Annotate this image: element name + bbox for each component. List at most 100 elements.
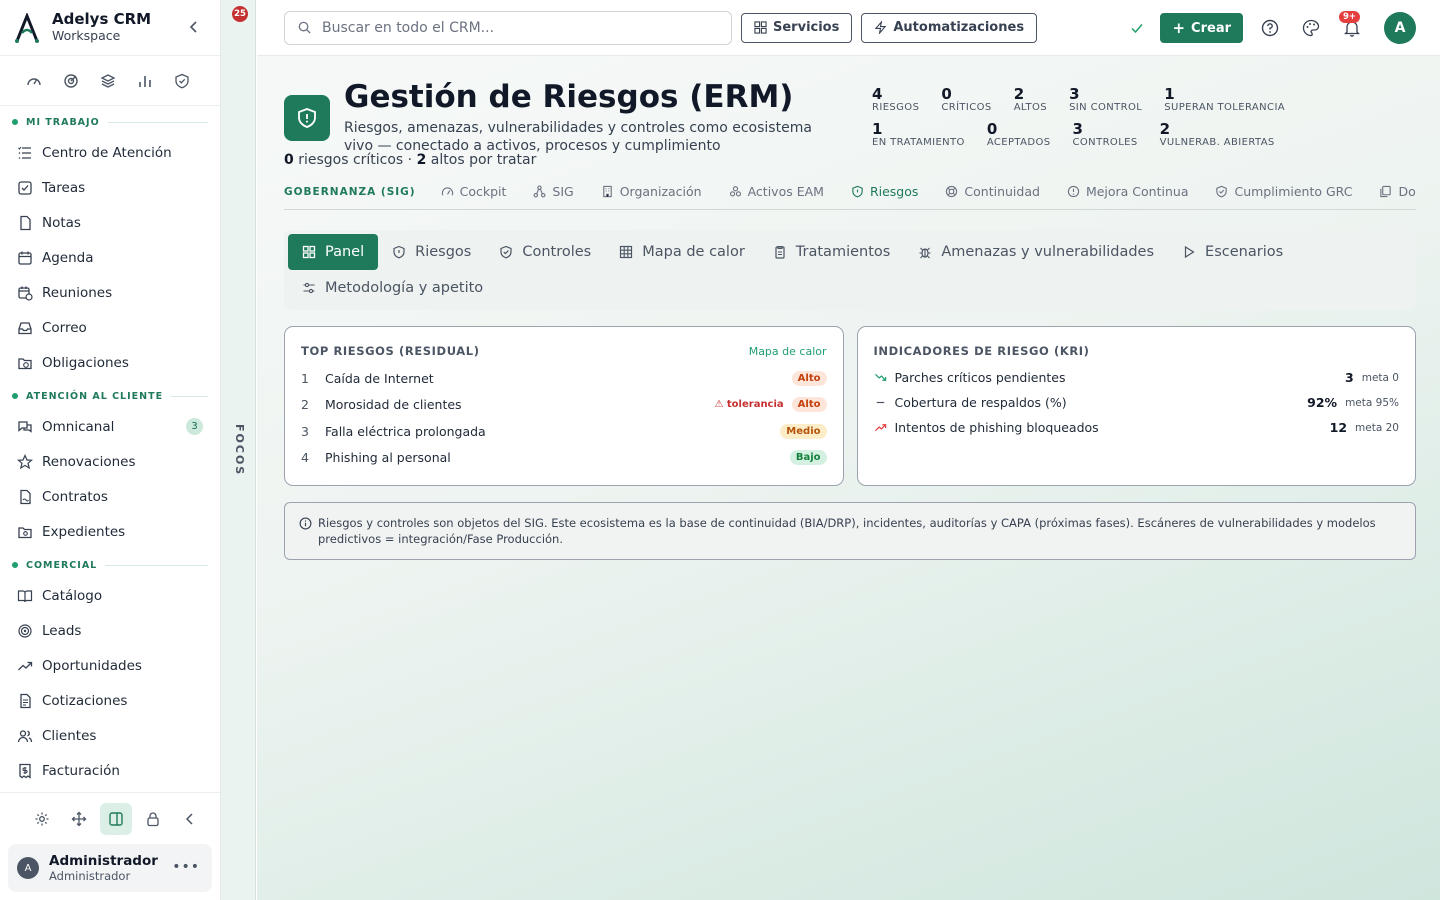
search-box[interactable] xyxy=(284,10,732,45)
trending-up-icon xyxy=(17,658,33,674)
subtab-panel[interactable]: Panel xyxy=(288,234,379,270)
servicios-button[interactable]: Servicios xyxy=(741,12,853,43)
sidebar-item-cotizaciones[interactable]: Cotizaciones xyxy=(0,683,220,718)
shield-check-icon[interactable] xyxy=(174,73,190,89)
subtab-escenarios[interactable]: Escenarios xyxy=(1168,234,1297,270)
stat-value: 3 xyxy=(1072,120,1083,138)
risk-row[interactable]: 1 Caída de Internet Alto xyxy=(301,365,827,392)
sidebar-item-reuniones[interactable]: Reuniones xyxy=(0,275,220,310)
sidebar-item-facturación[interactable]: Facturación xyxy=(0,753,220,788)
stat-label: SUPERAN TOLERANCIA xyxy=(1164,102,1286,113)
automatizaciones-button[interactable]: Automatizaciones xyxy=(861,12,1038,43)
sidebar-item-renovaciones[interactable]: Renovaciones xyxy=(0,444,220,479)
tab-icon xyxy=(852,185,863,198)
risk-row[interactable]: 4 Phishing al personal Bajo xyxy=(301,445,827,472)
tab-activos-eam[interactable]: Activos EAM xyxy=(729,174,824,209)
settings-icon[interactable] xyxy=(26,803,58,835)
subtab-riesgos[interactable]: Riesgos xyxy=(378,234,485,270)
sidebar-item-leads[interactable]: Leads xyxy=(0,613,220,648)
shield-icon xyxy=(393,245,405,259)
more-icon[interactable]: ••• xyxy=(172,859,200,875)
stat-value: 1 xyxy=(872,120,883,138)
tab-label: Cockpit xyxy=(459,184,507,199)
section-dot xyxy=(12,393,18,399)
section-divider xyxy=(107,121,208,123)
quick-actions xyxy=(0,56,220,106)
sidebar-item-label: Tareas xyxy=(42,179,86,196)
plus-icon: + xyxy=(1172,19,1186,37)
heatmap-link[interactable]: Mapa de calor xyxy=(749,345,827,358)
tab-docu[interactable]: Docu xyxy=(1379,174,1416,209)
avatar[interactable]: A xyxy=(1384,12,1416,44)
tab-continuidad[interactable]: Continuidad xyxy=(945,174,1040,209)
collapse-icon[interactable] xyxy=(174,803,206,835)
sidebar-item-correo[interactable]: Correo xyxy=(0,310,220,345)
bar-chart-icon[interactable] xyxy=(137,73,153,89)
brand-sub: Workspace xyxy=(52,28,121,43)
subtab-amenazas-y-vulnerabilidades[interactable]: Amenazas y vulnerabilidades xyxy=(904,234,1168,270)
topbar: Servicios Automatizaciones + Crear 9+ A xyxy=(257,0,1440,56)
subtab-mapa-de-calor[interactable]: Mapa de calor xyxy=(605,234,759,270)
crear-button[interactable]: + Crear xyxy=(1160,13,1243,43)
palette-icon[interactable] xyxy=(1302,19,1320,37)
focos-panel[interactable]: 25 FOCOS xyxy=(221,0,256,900)
sidebar-item-catálogo[interactable]: Catálogo xyxy=(0,578,220,613)
subtab-metodología-y-apetito[interactable]: Metodología y apetito xyxy=(288,270,497,306)
help-icon[interactable] xyxy=(1261,19,1279,37)
sidebar-item-notas[interactable]: Notas xyxy=(0,205,220,240)
risk-name: Morosidad de clientes xyxy=(325,397,462,413)
tab-organización[interactable]: Organización xyxy=(601,174,702,209)
crear-label: Crear xyxy=(1191,20,1231,36)
brand-name: Adelys CRM xyxy=(52,10,152,28)
sidebar-item-omnicanal[interactable]: Omnicanal 3 xyxy=(0,409,220,444)
stat-value: 3 xyxy=(1069,85,1080,103)
tab-icon xyxy=(1216,185,1228,198)
kri-row[interactable]: Parches críticos pendientes 3 meta 0 xyxy=(874,365,1399,390)
sidebar-item-tareas[interactable]: Tareas xyxy=(0,170,220,205)
sidebar-item-obligaciones[interactable]: Obligaciones xyxy=(0,345,220,380)
sidebar-item-oportunidades[interactable]: Oportunidades xyxy=(0,648,220,683)
sidebar-item-contratos[interactable]: Contratos xyxy=(0,479,220,514)
stat-label: CRÍTICOS xyxy=(941,102,992,113)
subtab-controles[interactable]: Controles xyxy=(485,234,605,270)
gauge-icon[interactable] xyxy=(26,73,42,89)
tab-riesgos[interactable]: Riesgos xyxy=(838,174,931,209)
search-input[interactable] xyxy=(322,19,702,36)
risk-row[interactable]: 2 Morosidad de clientes ⚠ tolerancia Alto xyxy=(301,392,827,419)
tab-icon xyxy=(1067,185,1080,198)
tab-icon xyxy=(1380,185,1392,198)
chevron-left-icon[interactable] xyxy=(186,19,202,35)
panel-layout-icon[interactable] xyxy=(100,802,132,835)
lock-icon[interactable] xyxy=(137,803,169,835)
risk-row[interactable]: 3 Falla eléctrica prolongada Medio xyxy=(301,418,827,445)
stats-row: 1 EN TRATAMIENTO 0 ACEPTADOS 3 CONTROLES 2 VULN… xyxy=(872,121,1307,149)
sidebar-item-agenda[interactable]: Agenda xyxy=(0,240,220,275)
sidebar-item-clientes[interactable]: Clientes xyxy=(0,718,220,753)
subtab-tratamientos[interactable]: Tratamientos xyxy=(759,234,905,270)
sidebar-item-label: Leads xyxy=(42,622,82,639)
radar-icon[interactable] xyxy=(63,73,79,89)
sidebar-item-label: Oportunidades xyxy=(42,657,142,674)
sidebar-item-centro-de-atención[interactable]: Centro de Atención xyxy=(0,135,220,170)
search-icon xyxy=(298,21,311,34)
move-icon[interactable] xyxy=(63,803,95,835)
kri-row[interactable]: Cobertura de respaldos (%) 92% meta 95% xyxy=(874,390,1399,415)
layers-icon[interactable] xyxy=(100,73,116,89)
tab-icon xyxy=(946,185,958,198)
tab-mejora-continua[interactable]: Mejora Continua xyxy=(1067,174,1188,209)
tab-sig[interactable]: SIG xyxy=(533,174,574,209)
dashboard-cards: TOP RIESGOS (RESIDUAL) Mapa de calor 1 Ca… xyxy=(284,326,1416,486)
page-content: Gestión de Riesgos (ERM) Riesgos, amenaz… xyxy=(257,56,1440,560)
notifications-button[interactable]: 9+ xyxy=(1339,11,1361,37)
tab-cumplimiento-grc[interactable]: Cumplimiento GRC xyxy=(1215,174,1352,209)
section-dot xyxy=(12,562,18,568)
servicios-label: Servicios xyxy=(773,20,840,35)
tab-cockpit[interactable]: Cockpit xyxy=(441,174,507,209)
stat: 0 CRÍTICOS xyxy=(941,86,991,114)
sidebar-item-expedientes[interactable]: Expedientes xyxy=(0,514,220,549)
automatizaciones-label: Automatizaciones xyxy=(893,20,1025,35)
user-menu[interactable]: A Administrador Administrador ••• xyxy=(8,844,212,892)
tab-icon xyxy=(729,186,741,197)
kri-row[interactable]: Intentos de phishing bloqueados 12 meta 20 xyxy=(874,415,1399,440)
section-label: COMERCIAL xyxy=(26,559,98,571)
